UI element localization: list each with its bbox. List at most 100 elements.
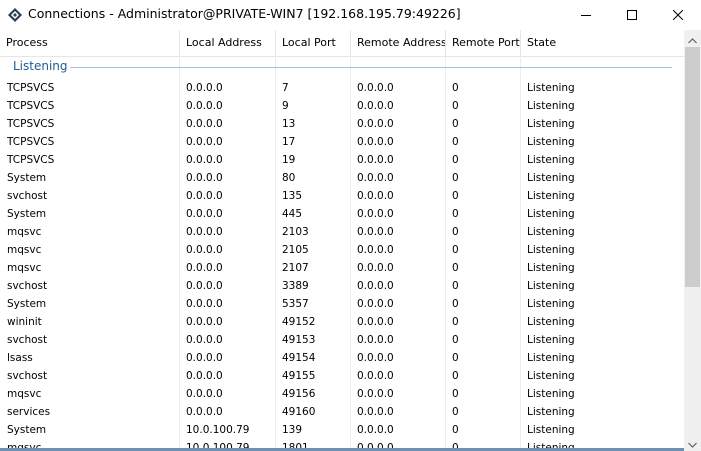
table-row[interactable]: svchost 0.0.0.0 3389 0.0.0.0 0 Listening	[0, 277, 684, 295]
column-header-remote-port[interactable]: Remote Port	[445, 30, 520, 56]
column-header-remote-address[interactable]: Remote Address	[350, 30, 447, 56]
cell-remote-address: 0.0.0.0	[357, 352, 394, 364]
cell-local-address: 0.0.0.0	[186, 244, 223, 256]
cell-process: TCPSVCS	[7, 100, 55, 112]
table-row[interactable]: System 10.0.100.79 139 0.0.0.0 0 Listening	[0, 421, 684, 439]
table-row[interactable]: System 0.0.0.0 445 0.0.0.0 0 Listening	[0, 205, 684, 223]
cell-remote-address: 0.0.0.0	[357, 100, 394, 112]
title-bar[interactable]: Connections - Administrator@PRIVATE-WIN7…	[0, 0, 701, 30]
cell-local-port: 7	[282, 82, 289, 94]
cell-process: lsass	[7, 352, 33, 364]
close-button[interactable]	[655, 0, 701, 30]
minimize-button[interactable]	[563, 0, 609, 30]
column-header-local-port[interactable]: Local Port	[275, 30, 350, 56]
cell-remote-address: 0.0.0.0	[357, 172, 394, 184]
cell-remote-address: 0.0.0.0	[357, 190, 394, 202]
cell-process: System	[7, 208, 47, 220]
scroll-thumb[interactable]	[685, 47, 700, 287]
cell-remote-port: 0	[452, 100, 459, 112]
table-row[interactable]: lsass 0.0.0.0 49154 0.0.0.0 0 Listening	[0, 349, 684, 367]
cell-remote-address: 0.0.0.0	[357, 208, 394, 220]
cell-remote-address: 0.0.0.0	[357, 388, 394, 400]
table-row[interactable]: mqsvc 0.0.0.0 2107 0.0.0.0 0 Listening	[0, 259, 684, 277]
cell-state: Listening	[527, 334, 575, 346]
cell-remote-port: 0	[452, 406, 459, 418]
cell-local-address: 0.0.0.0	[186, 172, 223, 184]
cell-remote-port: 0	[452, 172, 459, 184]
cell-process: mqsvc	[7, 244, 42, 256]
cell-remote-address: 0.0.0.0	[357, 424, 394, 436]
cell-remote-port: 0	[452, 118, 459, 130]
cell-remote-port: 0	[452, 280, 459, 292]
cell-remote-address: 0.0.0.0	[357, 226, 394, 238]
vertical-scrollbar[interactable]	[684, 30, 701, 451]
cell-process: svchost	[7, 334, 48, 346]
minimize-icon	[581, 10, 591, 20]
cell-local-port: 2107	[282, 262, 309, 274]
cell-remote-port: 0	[452, 190, 459, 202]
table-row[interactable]: TCPSVCS 0.0.0.0 17 0.0.0.0 0 Listening	[0, 133, 684, 151]
cell-process: mqsvc	[7, 226, 42, 238]
cell-remote-address: 0.0.0.0	[357, 406, 394, 418]
table-row[interactable]: svchost 0.0.0.0 49155 0.0.0.0 0 Listening	[0, 367, 684, 385]
table-row[interactable]: mqsvc 0.0.0.0 2105 0.0.0.0 0 Listening	[0, 241, 684, 259]
cell-remote-address: 0.0.0.0	[357, 316, 394, 328]
chevron-down-icon	[688, 433, 697, 451]
cell-state: Listening	[527, 388, 575, 400]
cell-local-port: 49154	[282, 352, 316, 364]
cell-remote-port: 0	[452, 82, 459, 94]
cell-state: Listening	[527, 100, 575, 112]
scroll-down-button[interactable]	[684, 434, 701, 451]
table-row[interactable]: TCPSVCS 0.0.0.0 13 0.0.0.0 0 Listening	[0, 115, 684, 133]
cell-local-address: 0.0.0.0	[186, 154, 223, 166]
table-row[interactable]: System 0.0.0.0 80 0.0.0.0 0 Listening	[0, 169, 684, 187]
cell-local-port: 135	[282, 190, 303, 202]
close-icon	[673, 10, 683, 20]
cell-remote-address: 0.0.0.0	[357, 154, 394, 166]
table-row[interactable]: TCPSVCS 0.0.0.0 7 0.0.0.0 0 Listening	[0, 79, 684, 97]
table-row[interactable]: mqsvc 0.0.0.0 2103 0.0.0.0 0 Listening	[0, 223, 684, 241]
cell-remote-address: 0.0.0.0	[357, 370, 394, 382]
column-header-local-address[interactable]: Local Address	[179, 30, 275, 56]
cell-remote-address: 0.0.0.0	[357, 118, 394, 130]
cell-remote-port: 0	[452, 154, 459, 166]
column-header-process[interactable]: Process	[0, 30, 179, 56]
table-row[interactable]: TCPSVCS 0.0.0.0 9 0.0.0.0 0 Listening	[0, 97, 684, 115]
cell-local-address: 0.0.0.0	[186, 118, 223, 130]
cell-remote-address: 0.0.0.0	[357, 82, 394, 94]
cell-remote-address: 0.0.0.0	[357, 280, 394, 292]
window-title: Connections - Administrator@PRIVATE-WIN7…	[28, 6, 461, 21]
cell-local-address: 0.0.0.0	[186, 262, 223, 274]
cell-local-address: 0.0.0.0	[186, 280, 223, 292]
cell-local-port: 49155	[282, 370, 316, 382]
cell-state: Listening	[527, 226, 575, 238]
cell-process: System	[7, 298, 47, 310]
cell-local-address: 0.0.0.0	[186, 316, 223, 328]
cell-remote-port: 0	[452, 136, 459, 148]
table-row[interactable]: services 0.0.0.0 49160 0.0.0.0 0 Listening	[0, 403, 684, 421]
cell-local-port: 13	[282, 118, 296, 130]
scroll-up-button[interactable]	[684, 30, 701, 47]
cell-process: TCPSVCS	[7, 82, 55, 94]
table-row[interactable]: mqsvc 0.0.0.0 49156 0.0.0.0 0 Listening	[0, 385, 684, 403]
cell-state: Listening	[527, 280, 575, 292]
cell-state: Listening	[527, 190, 575, 202]
table-row[interactable]: wininit 0.0.0.0 49152 0.0.0.0 0 Listening	[0, 313, 684, 331]
table-row[interactable]: svchost 0.0.0.0 135 0.0.0.0 0 Listening	[0, 187, 684, 205]
maximize-button[interactable]	[609, 0, 655, 30]
table-row[interactable]: TCPSVCS 0.0.0.0 19 0.0.0.0 0 Listening	[0, 151, 684, 169]
connections-list-view[interactable]: Process Local Address Local Port Remote …	[0, 30, 701, 451]
cell-local-port: 5357	[282, 298, 309, 310]
cell-state: Listening	[527, 370, 575, 382]
cell-local-address: 0.0.0.0	[186, 82, 223, 94]
cell-local-port: 49160	[282, 406, 316, 418]
cell-remote-port: 0	[452, 388, 459, 400]
cell-state: Listening	[527, 298, 575, 310]
cell-state: Listening	[527, 118, 575, 130]
group-header-listening[interactable]: Listening	[0, 56, 684, 78]
table-row[interactable]: System 0.0.0.0 5357 0.0.0.0 0 Listening	[0, 295, 684, 313]
cell-local-port: 9	[282, 100, 289, 112]
table-row[interactable]: svchost 0.0.0.0 49153 0.0.0.0 0 Listening	[0, 331, 684, 349]
cell-process: TCPSVCS	[7, 154, 55, 166]
column-header-state[interactable]: State	[520, 30, 684, 56]
